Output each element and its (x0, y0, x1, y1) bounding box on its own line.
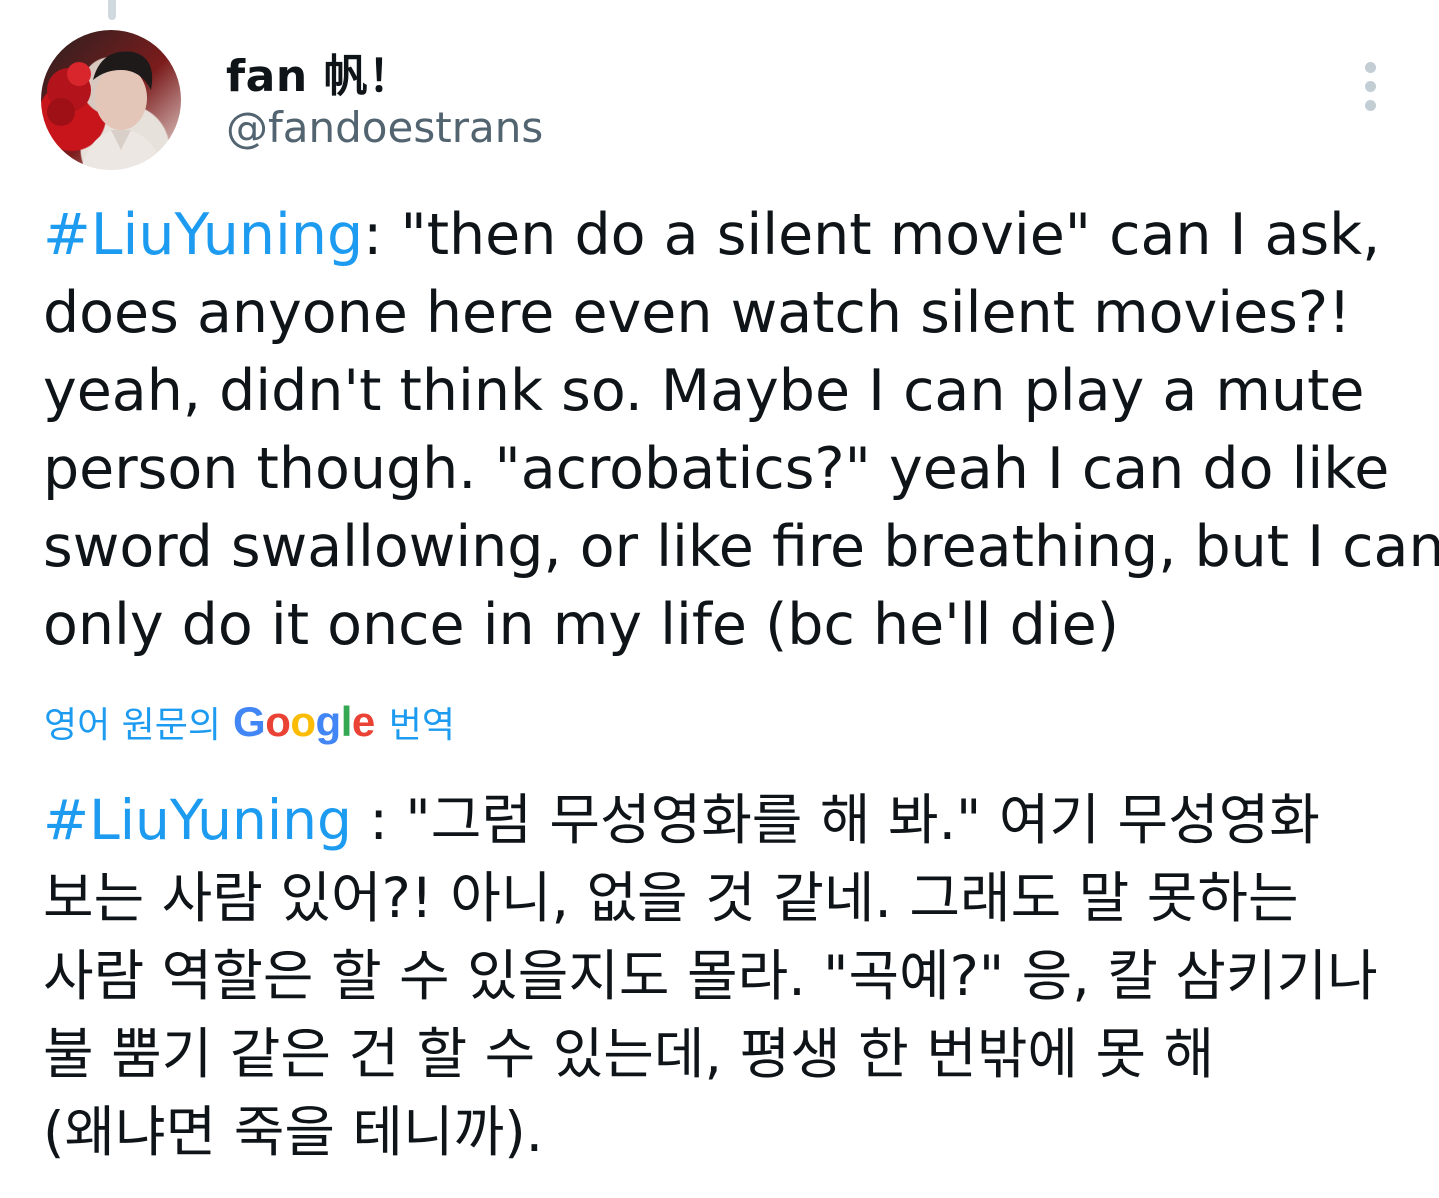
tweet-line: sword swallowing, or like fire breathing… (43, 514, 1439, 580)
translated-text: #LiuYuning : "그럼 무성영화를 해 봐." 여기 무성영화 보는 … (43, 781, 1413, 1171)
tweet-line: yeah, didn't think so. Maybe I can play … (43, 358, 1365, 424)
translated-line: 불 뿜기 같은 건 할 수 있는데, 평생 한 번밖에 못 해 (43, 1022, 1215, 1086)
google-logo-letter: e (351, 698, 375, 745)
google-logo-letter: o (265, 698, 291, 745)
more-vertical-icon (1364, 99, 1376, 111)
hashtag-link[interactable]: #LiuYuning (43, 202, 363, 268)
google-logo-letter: o (290, 698, 316, 745)
google-logo-letter: g (315, 698, 342, 745)
more-vertical-icon (1364, 80, 1376, 92)
author-handle[interactable]: @fandoestrans (226, 103, 543, 152)
translated-line: #LiuYuning : "그럼 무성영화를 해 봐." 여기 무성영화 (43, 781, 1413, 859)
tweet-line: does anyone here even watch silent movie… (43, 280, 1351, 346)
tweet-line: only do it once in my life (bc he'll die… (43, 592, 1119, 658)
avatar[interactable] (41, 30, 181, 170)
author-display-name[interactable]: fan 帆！ (226, 40, 412, 104)
translated-line: (왜냐면 죽을 테니까). (43, 1100, 544, 1164)
google-logo-letter: G (233, 698, 266, 745)
translate-suffix: 번역 (388, 705, 455, 746)
tweet-line: #LiuYuning: "then do a silent movie" can… (43, 196, 1413, 274)
translated-line-text: : "그럼 무성영화를 해 봐." 여기 무성영화 (351, 788, 1320, 852)
google-logo: Google (233, 698, 375, 746)
translated-line: 사람 역할은 할 수 있을지도 몰라. "곡예?" 응, 칼 삼키기나 (43, 944, 1378, 1008)
translate-prefix: 영어 원문의 (44, 705, 222, 746)
translate-tweet-link[interactable]: 영어 원문의 Google 번역 (44, 694, 455, 750)
more-vertical-icon (1364, 61, 1376, 73)
tweet-line-text: : "then do a silent movie" can I ask, (363, 202, 1381, 268)
more-options-button[interactable] (1346, 58, 1394, 114)
tweet-text: #LiuYuning: "then do a silent movie" can… (43, 196, 1439, 664)
hashtag-link[interactable]: #LiuYuning (43, 788, 352, 852)
thread-connector-line (108, 0, 116, 20)
avatar-image (47, 51, 163, 170)
translated-line: 보는 사람 있어?! 아니, 없을 것 같네. 그래도 말 못하는 (43, 866, 1299, 930)
tweet-line: person though. "acrobatics?" yeah I can … (43, 436, 1390, 502)
google-logo-letter: l (340, 698, 353, 745)
